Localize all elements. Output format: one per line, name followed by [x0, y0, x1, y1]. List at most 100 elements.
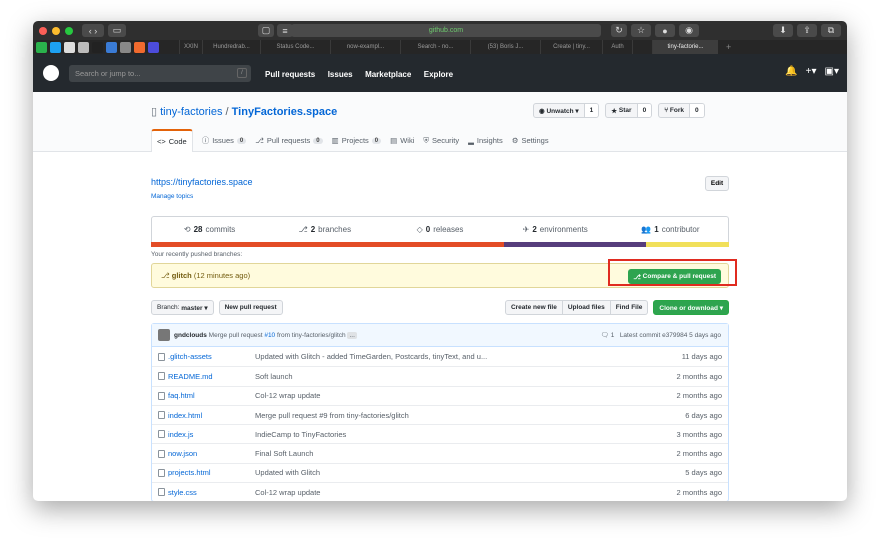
favicon-icon[interactable]	[120, 41, 131, 53]
tab-security[interactable]: ⛨ Security	[423, 135, 459, 152]
search-placeholder: Search or jump to...	[75, 68, 141, 78]
nav-issues[interactable]: Issues	[328, 70, 353, 79]
file-name-link[interactable]: README.md	[168, 372, 213, 381]
browser-tab-active[interactable]: tiny-factorie...	[652, 40, 718, 54]
author-avatar[interactable]	[158, 329, 170, 341]
branch-select[interactable]: Branch: master ▾	[151, 300, 214, 315]
sidebar-icon[interactable]: ▭	[108, 24, 126, 37]
downloads-icon[interactable]: ⬇	[773, 24, 793, 37]
browser-tab[interactable]: now-exampl...	[330, 40, 400, 54]
file-name-link[interactable]: projects.html	[168, 468, 211, 477]
branches-link[interactable]: ⎇ 2 branches	[267, 217, 382, 242]
favicon-icon[interactable]	[134, 41, 145, 53]
browser-tab[interactable]: Create | tiny...	[540, 40, 602, 54]
create-new-icon[interactable]: +▾	[806, 66, 817, 77]
favicon-icon[interactable]	[78, 41, 89, 53]
find-file-button[interactable]: Find File	[610, 300, 649, 315]
browser-tab[interactable]	[632, 40, 652, 54]
manage-topics-link[interactable]: Manage topics	[151, 193, 729, 200]
file-name-link[interactable]: now.json	[168, 449, 197, 458]
nav-marketplace[interactable]: Marketplace	[365, 70, 411, 79]
create-new-file-button[interactable]: Create new file	[504, 300, 563, 315]
pushed-branch-link[interactable]: glitch	[172, 271, 192, 280]
file-commit-message[interactable]: Updated with Glitch	[255, 468, 638, 477]
commit-author-link[interactable]: gndclouds	[174, 332, 207, 339]
contributors-link[interactable]: 👥 1 contributor	[613, 217, 728, 242]
share-icon[interactable]: ⇪	[797, 24, 817, 37]
tab-settings[interactable]: ⚙ Settings	[512, 135, 549, 152]
tab-projects[interactable]: ▥ Projects 0	[332, 135, 382, 152]
favicon-icon[interactable]	[106, 41, 117, 53]
file-commit-message[interactable]: Updated with Glitch - added TimeGarden, …	[255, 352, 638, 361]
new-pull-request-button[interactable]: New pull request	[218, 300, 283, 315]
file-name-link[interactable]: index.html	[168, 411, 202, 420]
tab-insights[interactable]: ▂ Insights	[468, 135, 503, 152]
file-commit-message[interactable]: Col-12 wrap update	[255, 488, 638, 497]
browser-tab[interactable]: Search - no...	[400, 40, 470, 54]
tab-issues[interactable]: ⓘ Issues 0	[202, 135, 247, 152]
commit-message-rest[interactable]: from tiny-factories/glitch	[277, 332, 346, 339]
environments-link[interactable]: ✈ 2 environments	[498, 217, 613, 242]
back-forward-icon[interactable]: ‹ ›	[82, 24, 104, 37]
star-button[interactable]: ★ Star 0	[605, 103, 653, 118]
file-name-link[interactable]: style.css	[168, 488, 197, 497]
tab-pull-requests[interactable]: ⎇ Pull requests 0	[255, 135, 323, 152]
browser-tab[interactable]: (53) Boris J...	[470, 40, 540, 54]
edit-description-button[interactable]: Edit	[705, 176, 729, 191]
browser-window: ‹ › ▭ ▢ ≡ github.com ↻ ☆ ● ◉ ⬇ ⇪ ⧉ XXIN …	[33, 21, 847, 501]
people-icon: 👥	[641, 225, 652, 234]
latest-commit[interactable]: Latest commit e379984 5 days ago	[620, 332, 721, 339]
zoom-window-button[interactable]	[65, 26, 73, 35]
twitter-icon[interactable]	[50, 41, 61, 53]
clone-download-button[interactable]: Clone or download ▾	[653, 300, 729, 315]
file-icon	[158, 391, 165, 400]
fork-button[interactable]: ⑂ Fork 0	[658, 103, 705, 118]
file-commit-message[interactable]: Soft launch	[255, 372, 638, 381]
browser-tab[interactable]: Hundredrab...	[202, 40, 260, 54]
pocket-icon[interactable]: ●	[655, 24, 675, 37]
nav-pull-requests[interactable]: Pull requests	[265, 70, 315, 79]
github-logo-icon[interactable]	[43, 65, 59, 81]
commit-pr-link[interactable]: #10	[264, 332, 275, 339]
favicon-icon[interactable]	[92, 41, 103, 53]
repo-name-link[interactable]: TinyFactories.space	[232, 106, 338, 118]
releases-link[interactable]: ◇ 0 releases	[382, 217, 497, 242]
notifications-bell-icon[interactable]: 🔔	[785, 66, 797, 77]
browser-tab[interactable]: XXIN	[179, 40, 202, 54]
favicon-icon[interactable]	[64, 41, 75, 53]
user-avatar[interactable]: ▣▾	[825, 66, 839, 77]
commits-link[interactable]: ⟲ 28 commits	[152, 217, 267, 242]
comment-count[interactable]: 1	[611, 332, 615, 339]
file-name-link[interactable]: .glitch-assets	[168, 352, 212, 361]
close-window-button[interactable]	[39, 26, 47, 35]
search-input[interactable]: Search or jump to... /	[69, 64, 251, 82]
upload-files-button[interactable]: Upload files	[562, 300, 611, 315]
nav-explore[interactable]: Explore	[424, 70, 453, 79]
file-name-link[interactable]: faq.html	[168, 391, 195, 400]
tabs-overview-icon[interactable]: ⧉	[821, 24, 841, 37]
extension2-icon[interactable]: ◉	[679, 24, 699, 37]
language-bar[interactable]	[151, 242, 729, 247]
tab-code[interactable]: <> Code	[151, 129, 193, 152]
reload-icon[interactable]: ↻	[611, 24, 627, 37]
share-tab-icon[interactable]: ▢	[258, 24, 274, 37]
tab-wiki[interactable]: ▤ Wiki	[390, 135, 414, 152]
file-commit-message[interactable]: Col-12 wrap update	[255, 391, 638, 400]
browser-tab[interactable]: Status Code...	[260, 40, 330, 54]
browser-tab[interactable]: Auth	[602, 40, 632, 54]
minimize-window-button[interactable]	[52, 26, 60, 35]
file-commit-message[interactable]: Merge pull request #9 from tiny-factorie…	[255, 411, 638, 420]
file-commit-message[interactable]: IndieCamp to TinyFactories	[255, 430, 638, 439]
file-name-link[interactable]: index.js	[168, 430, 193, 439]
commit-message[interactable]: Merge pull request	[209, 332, 263, 339]
url-bar[interactable]: github.com	[291, 24, 601, 37]
new-tab-icon[interactable]: +	[726, 42, 731, 52]
repo-owner-link[interactable]: tiny-factories	[160, 106, 222, 118]
expand-commit-button[interactable]: ...	[347, 331, 357, 339]
file-commit-message[interactable]: Final Soft Launch	[255, 449, 638, 458]
watch-button[interactable]: ◉ Unwatch ▾ 1	[533, 103, 600, 118]
favicon-icon[interactable]	[148, 41, 159, 53]
favicon-icon[interactable]	[36, 41, 47, 53]
extension-icon[interactable]: ☆	[631, 24, 651, 37]
website-link[interactable]: https://tinyfactories.space	[151, 177, 729, 187]
